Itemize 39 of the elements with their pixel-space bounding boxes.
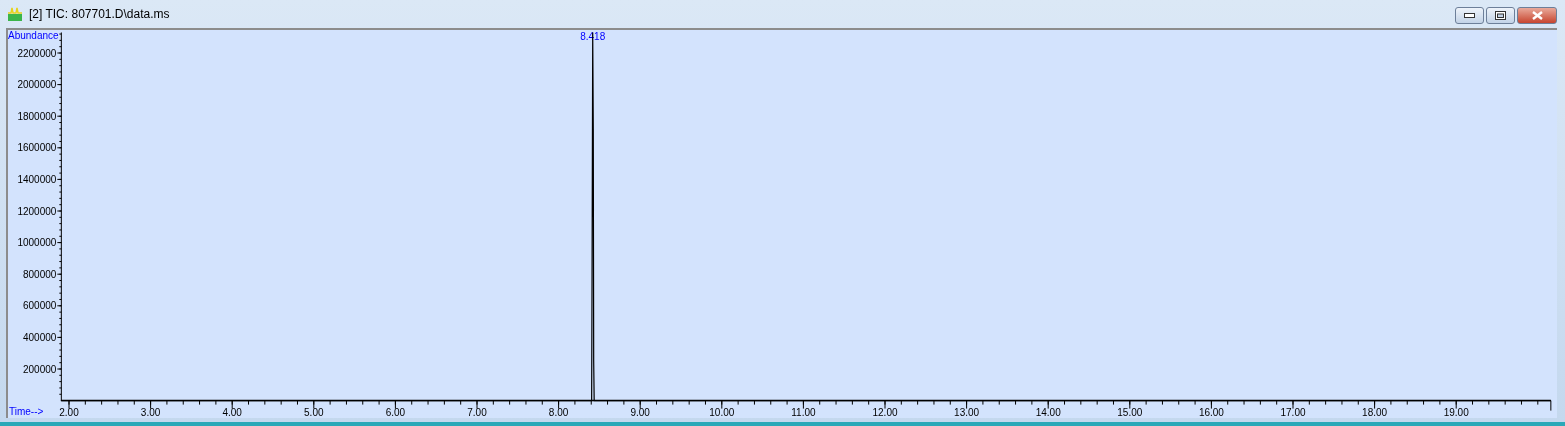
y-tick-label: 2000000 <box>17 79 57 91</box>
x-tick-label: 12.00 <box>872 407 898 418</box>
y-tick-label: 600000 <box>22 300 57 312</box>
restore-button[interactable] <box>1486 7 1515 24</box>
x-tick-label: 19.00 <box>1443 407 1469 418</box>
x-tick-label: 14.00 <box>1035 407 1061 418</box>
x-tick-label: 8.00 <box>548 407 569 418</box>
chromatogram-icon <box>7 6 23 22</box>
x-tick-label: 7.00 <box>467 407 487 418</box>
y-tick-label: 1000000 <box>17 237 57 249</box>
close-button[interactable] <box>1517 7 1557 24</box>
y-tick-label: 1800000 <box>17 110 57 122</box>
x-axis-title: Time--> <box>9 406 44 417</box>
minimize-icon <box>1464 13 1475 18</box>
y-tick-label: 200000 <box>22 363 57 375</box>
x-tick-label: 6.00 <box>385 407 406 418</box>
x-tick-label: 9.00 <box>630 407 650 418</box>
x-tick-label: 4.00 <box>222 407 242 418</box>
x-tick-label: 5.00 <box>304 407 324 418</box>
y-tick-label: 1200000 <box>17 205 57 217</box>
x-tick-label: 11.00 <box>791 407 816 418</box>
x-tick-label: 18.00 <box>1362 407 1388 418</box>
y-tick-label: 2200000 <box>17 47 57 59</box>
window-title: [2] TIC: 807701.D\data.ms <box>29 7 170 21</box>
y-tick-label: 1600000 <box>17 142 57 154</box>
close-icon <box>1531 11 1543 20</box>
x-tick-label: 17.00 <box>1280 407 1306 418</box>
y-tick-label: 1400000 <box>17 173 57 185</box>
y-tick-label: 400000 <box>22 331 57 343</box>
x-tick-label: 3.00 <box>140 407 161 418</box>
x-tick-label: 10.00 <box>709 407 735 418</box>
x-tick-label: 16.00 <box>1198 407 1224 418</box>
x-tick-label: 15.00 <box>1117 407 1143 418</box>
y-axis-title: Abundance <box>8 30 59 41</box>
y-tick-label: 800000 <box>22 268 57 280</box>
restore-icon <box>1495 11 1506 20</box>
minimize-button[interactable] <box>1455 7 1484 24</box>
x-tick-label: 13.00 <box>954 407 980 418</box>
x-tick-label: 2.00 <box>59 407 79 418</box>
